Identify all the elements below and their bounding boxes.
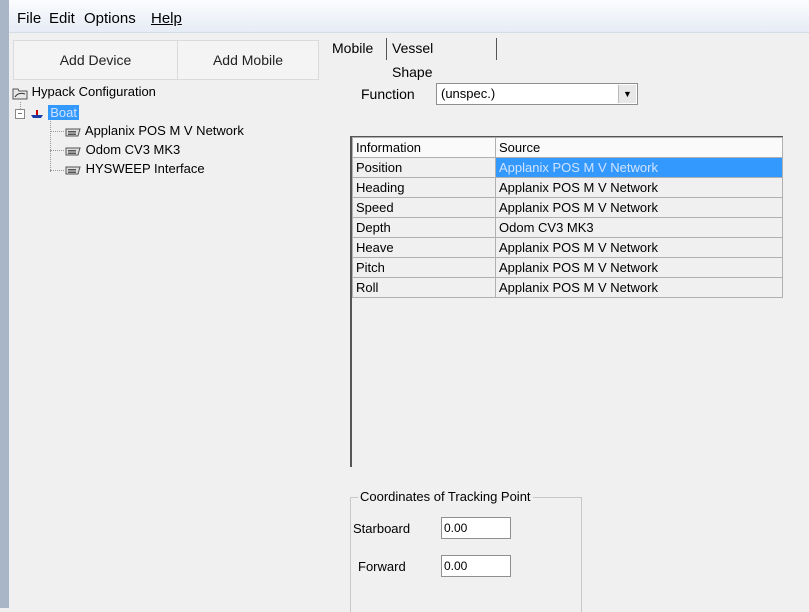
device-label: HYSWEEP Interface [85, 161, 205, 176]
information-cell[interactable]: Roll [352, 277, 496, 298]
table-row[interactable]: Roll Applanix POS M V Network [352, 277, 783, 298]
function-value: (unspec.) [441, 86, 496, 101]
starboard-label: Starboard [353, 521, 411, 536]
information-cell[interactable]: Position [352, 157, 496, 178]
table-row[interactable]: Position Applanix POS M V Network [352, 157, 783, 178]
tree-device-item[interactable]: HYSWEEP Interface [64, 161, 205, 176]
source-cell[interactable]: Applanix POS M V Network [495, 177, 783, 198]
device-icon [65, 128, 81, 137]
tree-root[interactable]: Hypack Configuration [12, 84, 156, 100]
function-select[interactable]: (unspec.) ▼ [436, 83, 638, 105]
tracking-point-title: Coordinates of Tracking Point [358, 489, 533, 504]
tree-root-label: Hypack Configuration [31, 84, 156, 99]
chevron-down-icon[interactable]: ▼ [618, 85, 636, 103]
tab-separator [386, 38, 387, 60]
menu-bar: File Edit Options Help [9, 0, 809, 33]
add-device-button[interactable]: Add Device [13, 40, 178, 80]
table-row[interactable]: Heading Applanix POS M V Network [352, 177, 783, 198]
tree-device-item[interactable]: Applanix POS M V Network [64, 123, 244, 138]
configuration-tree: Hypack Configuration − Boat Applanix POS… [12, 84, 312, 284]
add-mobile-button[interactable]: Add Mobile [177, 40, 319, 80]
table-row[interactable]: Heave Applanix POS M V Network [352, 237, 783, 258]
function-label: Function [361, 86, 415, 102]
menu-options[interactable]: Options [84, 10, 136, 27]
device-label: Odom CV3 MK3 [85, 142, 181, 157]
window-left-border [0, 0, 9, 608]
information-cell[interactable]: Heading [352, 177, 496, 198]
forward-label: Forward [358, 559, 406, 574]
table-row[interactable]: Speed Applanix POS M V Network [352, 197, 783, 218]
source-cell[interactable]: Odom CV3 MK3 [495, 217, 783, 238]
tab-mobile[interactable]: Mobile [330, 36, 375, 60]
configuration-icon [12, 88, 28, 100]
source-cell[interactable]: Applanix POS M V Network [495, 237, 783, 258]
column-header-information[interactable]: Information [352, 137, 496, 158]
tab-separator [496, 38, 497, 60]
table-row[interactable]: Depth Odom CV3 MK3 [352, 217, 783, 238]
boat-icon [30, 109, 43, 118]
menu-edit[interactable]: Edit [49, 10, 75, 27]
source-cell[interactable]: Applanix POS M V Network [495, 157, 783, 178]
device-icon [65, 166, 81, 175]
tree-boat-label: Boat [48, 105, 79, 120]
menu-file[interactable]: File [17, 10, 41, 27]
information-cell[interactable]: Speed [352, 197, 496, 218]
forward-input[interactable] [441, 555, 511, 577]
tree-boat[interactable]: − Boat [15, 105, 79, 120]
device-icon [65, 147, 81, 156]
information-cell[interactable]: Pitch [352, 257, 496, 278]
source-cell[interactable]: Applanix POS M V Network [495, 257, 783, 278]
device-label: Applanix POS M V Network [84, 123, 244, 138]
source-grid: Information Source Position Applanix POS … [350, 136, 783, 467]
information-cell[interactable]: Depth [352, 217, 496, 238]
tab-vessel-shape[interactable]: Vessel Shape [390, 36, 435, 80]
source-cell[interactable]: Applanix POS M V Network [495, 197, 783, 218]
information-cell[interactable]: Heave [352, 237, 496, 258]
source-cell[interactable]: Applanix POS M V Network [495, 277, 783, 298]
tree-device-item[interactable]: Odom CV3 MK3 [64, 142, 180, 157]
table-row[interactable]: Pitch Applanix POS M V Network [352, 257, 783, 278]
column-header-source[interactable]: Source [495, 137, 783, 158]
collapse-icon[interactable]: − [15, 108, 25, 119]
menu-help[interactable]: Help [151, 10, 182, 27]
starboard-input[interactable] [441, 517, 511, 539]
